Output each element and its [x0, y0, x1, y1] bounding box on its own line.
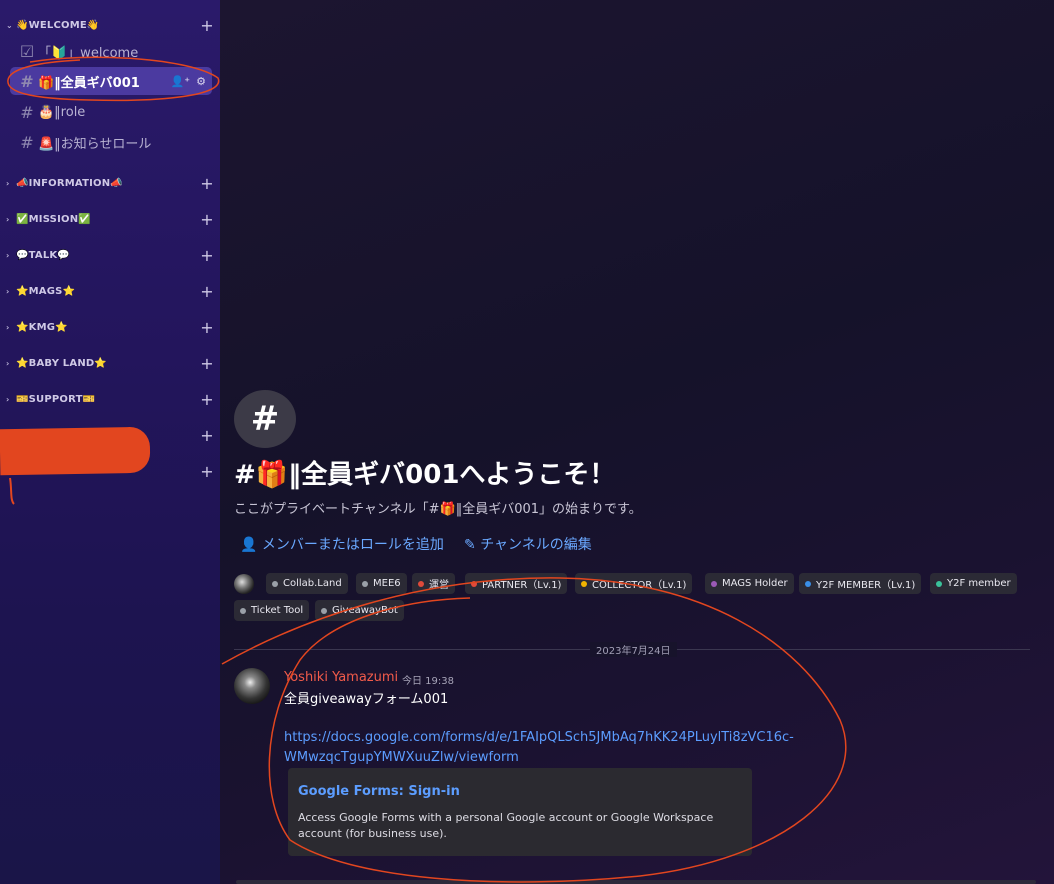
role-color-dot: [936, 580, 942, 587]
create-channel-plus-icon[interactable]: +: [200, 174, 214, 193]
role-chip[interactable]: Ticket Tool: [234, 600, 310, 621]
role-chip[interactable]: MEE6: [356, 573, 407, 594]
chevron-right-icon: ›: [6, 178, 10, 188]
role-color-dot: [418, 580, 424, 587]
chevron-right-icon: ›: [6, 394, 10, 404]
embed-title[interactable]: Google Forms: Sign-in: [298, 784, 460, 799]
create-channel-plus-icon[interactable]: +: [200, 318, 214, 337]
role-color-dot: [805, 580, 811, 587]
create-channel-plus-icon[interactable]: +: [200, 246, 214, 265]
welcome-title: #🎁‖全員ギバ001へようこそ！: [234, 460, 616, 490]
category-name: ⭐BABY LAND⭐: [16, 357, 108, 369]
redaction-mark: [0, 426, 151, 476]
role-color-dot: [240, 607, 246, 614]
add-members-link[interactable]: 👤 メンバーまたはロールを追加: [240, 534, 444, 554]
add-members-label: メンバーまたはロールを追加: [261, 537, 444, 553]
channel-label: 🎁‖全員ギバ001: [38, 75, 140, 91]
channel-welcome[interactable]: ☑ 「🔰」welcome: [10, 37, 212, 65]
role-chip[interactable]: GiveawayBot: [315, 600, 404, 621]
category-mission[interactable]: › ✅MISSION✅ +: [6, 208, 214, 230]
chevron-right-icon: ›: [6, 250, 10, 260]
role-chip[interactable]: Y2F member: [930, 573, 1017, 594]
channel-sidebar: ⌄ 👋WELCOME👋 + ☑ 「🔰」welcome # 🎁‖全員ギバ001 👤…: [0, 0, 220, 884]
channel-oshirase-role[interactable]: # 🚨‖お知らせロール: [10, 128, 212, 156]
create-channel-plus-icon[interactable]: +: [200, 390, 214, 409]
role-chip[interactable]: Y2F MEMBER（Lv.1): [799, 573, 922, 594]
discord-window: ⌄ 👋WELCOME👋 + ☑ 「🔰」welcome # 🎁‖全員ギバ001 👤…: [0, 0, 1054, 884]
edit-channel-label: チャンネルの編集: [480, 537, 592, 553]
chevron-right-icon: ›: [6, 358, 10, 368]
pencil-icon: ✎: [464, 537, 476, 553]
date-divider: 2023年7月24日: [590, 642, 677, 657]
channel-zenin-giba-001[interactable]: # 🎁‖全員ギバ001 👤⁺ ⚙: [10, 67, 212, 95]
message-text: 全員giveawayフォーム001: [284, 692, 449, 707]
role-chip[interactable]: Collab.Land: [266, 573, 348, 594]
create-channel-plus-icon[interactable]: +: [200, 426, 214, 445]
chevron-down-icon: ⌄: [6, 20, 13, 30]
gear-icon[interactable]: ⚙: [196, 75, 206, 88]
checkbox-channel-icon: ☑: [19, 41, 35, 61]
avatar[interactable]: [234, 574, 254, 594]
create-channel-plus-icon[interactable]: +: [200, 210, 214, 229]
channel-label: 「🔰」welcome: [38, 45, 139, 61]
message-author[interactable]: Yoshiki Yamazumi: [284, 670, 398, 685]
chevron-right-icon: ›: [6, 214, 10, 224]
create-channel-plus-icon[interactable]: +: [200, 16, 214, 35]
role-color-dot: [362, 580, 368, 587]
category-kmg[interactable]: › ⭐KMG⭐ +: [6, 316, 214, 338]
channel-role[interactable]: # 🎂‖role: [10, 98, 212, 126]
category-name: ✅MISSION✅: [16, 213, 91, 225]
avatar[interactable]: [234, 668, 270, 704]
chevron-right-icon: ›: [6, 322, 10, 332]
message-link[interactable]: https://docs.google.com/forms/d/e/1FAIpQ…: [284, 728, 804, 768]
role-color-dot: [471, 580, 477, 587]
hash-lock-icon: #: [20, 132, 34, 152]
category-name: ⭐KMG⭐: [16, 321, 68, 333]
message-input-edge[interactable]: [236, 880, 1036, 884]
role-chip[interactable]: COLLECTOR（Lv.1): [575, 573, 693, 594]
role-chip[interactable]: PARTNER（Lv.1): [465, 573, 568, 594]
create-channel-plus-icon[interactable]: +: [200, 354, 214, 373]
invite-member-icon[interactable]: 👤⁺: [171, 75, 191, 88]
role-color-dot: [581, 580, 587, 587]
category-baby-land[interactable]: › ⭐BABY LAND⭐ +: [6, 352, 214, 374]
chevron-right-icon: ›: [6, 286, 10, 296]
create-channel-plus-icon[interactable]: +: [200, 282, 214, 301]
channel-label: 🎂‖role: [38, 104, 86, 120]
link-embed: Google Forms: Sign-in Access Google Form…: [288, 768, 752, 856]
channel-hash-lock-icon: #: [234, 390, 296, 448]
category-name: ⭐MAGS⭐: [16, 285, 76, 297]
category-name: 👋WELCOME👋: [16, 19, 100, 31]
role-chip[interactable]: 運営: [412, 573, 455, 594]
create-channel-plus-icon[interactable]: +: [200, 462, 214, 481]
welcome-subtitle: ここがプライベートチャンネル「#🎁‖全員ギバ001」の始まりです。: [234, 502, 642, 517]
message-timestamp: 今日 19:38: [402, 676, 454, 687]
role-chip[interactable]: MAGS Holder: [705, 573, 794, 594]
category-welcome[interactable]: ⌄ 👋WELCOME👋 +: [6, 14, 214, 36]
role-color-dot: [272, 580, 278, 587]
edit-channel-link[interactable]: ✎ チャンネルの編集: [464, 534, 592, 554]
category-name: 💬TALK💬: [16, 249, 71, 261]
hash-lock-icon: #: [20, 71, 34, 91]
category-name: 🎫SUPPORT🎫: [16, 393, 96, 405]
role-color-dot: [321, 607, 327, 614]
channel-label: 🚨‖お知らせロール: [38, 136, 152, 152]
add-member-icon: 👤: [240, 537, 258, 553]
category-support[interactable]: › 🎫SUPPORT🎫 +: [6, 388, 214, 410]
role-color-dot: [711, 580, 717, 587]
category-name: 📣INFORMATION📣: [16, 177, 123, 189]
embed-description: Access Google Forms with a personal Goog…: [298, 811, 714, 840]
category-talk[interactable]: › 💬TALK💬 +: [6, 244, 214, 266]
hash-lock-icon: #: [20, 102, 34, 122]
category-mags[interactable]: › ⭐MAGS⭐ +: [6, 280, 214, 302]
category-information[interactable]: › 📣INFORMATION📣 +: [6, 172, 214, 194]
